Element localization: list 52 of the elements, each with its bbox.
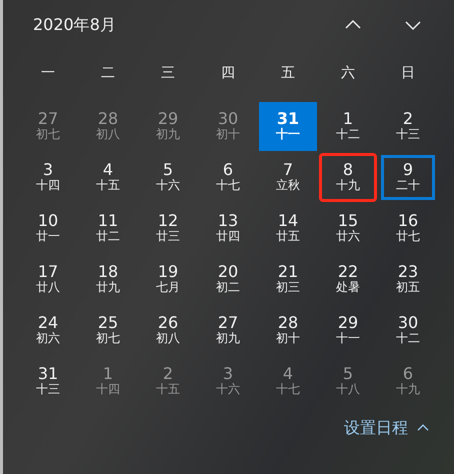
day-cell[interactable]: 23 初五: [379, 254, 437, 304]
day-cell[interactable]: 9 二十: [379, 152, 437, 202]
day-cell[interactable]: 21 初三: [259, 254, 317, 304]
weekday-label: 四: [220, 64, 236, 83]
day-cell[interactable]: 31 十一: [259, 102, 317, 151]
day-cell[interactable]: 4 十七: [259, 356, 317, 406]
day-cell[interactable]: 31 十三: [19, 356, 77, 406]
day-cell[interactable]: 6 十九: [379, 356, 437, 406]
day-cell[interactable]: 16 廿七: [379, 204, 437, 253]
day-cell[interactable]: 3 十四: [19, 152, 77, 202]
weekday-label: 二: [100, 64, 116, 83]
day-cell[interactable]: 19 七月: [139, 254, 197, 304]
day-cell[interactable]: 30 初十: [199, 102, 257, 151]
day-cell[interactable]: 8 十九: [319, 152, 377, 202]
day-cell[interactable]: 29 十一: [319, 306, 377, 355]
day-cell[interactable]: 2 十三: [379, 102, 437, 151]
day-cell[interactable]: 5 十八: [319, 356, 377, 406]
day-cell[interactable]: 6 十七: [199, 152, 257, 202]
day-cell[interactable]: 4 十五: [79, 152, 137, 202]
day-cell[interactable]: 10 廿一: [19, 204, 77, 253]
day-cell[interactable]: 13 廿四: [199, 204, 257, 253]
day-cell[interactable]: 3 十六: [199, 356, 257, 406]
day-cell[interactable]: 12 廿三: [139, 204, 197, 253]
weekday-label: 六: [340, 64, 356, 83]
day-cell[interactable]: 15 廿六: [319, 204, 377, 253]
weekday-label: 日: [400, 64, 416, 83]
weekday-label: 五: [280, 64, 296, 83]
day-cell[interactable]: 5 十六: [139, 152, 197, 202]
month-title[interactable]: 2020年8月: [19, 14, 116, 36]
weekday-label: 一: [40, 64, 56, 83]
schedule-link[interactable]: 设置日程: [338, 414, 436, 443]
day-cell[interactable]: 27 初九: [199, 306, 257, 355]
day-cell[interactable]: 27 初七: [19, 102, 77, 151]
day-cell[interactable]: 28 初十: [259, 306, 317, 355]
day-cell[interactable]: 24 初六: [19, 306, 77, 355]
day-cell[interactable]: 29 初九: [139, 102, 197, 151]
day-cell[interactable]: 20 初二: [199, 254, 257, 304]
day-cell[interactable]: 26 初八: [139, 306, 197, 355]
day-cell[interactable]: 1 十四: [79, 356, 137, 406]
day-cell[interactable]: 25 初七: [79, 306, 137, 355]
day-cell[interactable]: 2 十五: [139, 356, 197, 406]
day-cell[interactable]: 17 廿八: [19, 254, 77, 304]
day-cell[interactable]: 28 初八: [79, 102, 137, 151]
day-cell[interactable]: 22 处暑: [319, 254, 377, 304]
day-cell[interactable]: 18 廿九: [79, 254, 137, 304]
day-cell[interactable]: 14 廿五: [259, 204, 317, 253]
day-cell[interactable]: 30 十二: [379, 306, 437, 355]
day-cell[interactable]: 11 廿二: [79, 204, 137, 253]
weekday-label: 三: [160, 64, 176, 83]
day-cell[interactable]: 7 立秋: [259, 152, 317, 202]
chevron-up-icon: [416, 423, 430, 434]
day-cell[interactable]: 1 十二: [319, 102, 377, 151]
